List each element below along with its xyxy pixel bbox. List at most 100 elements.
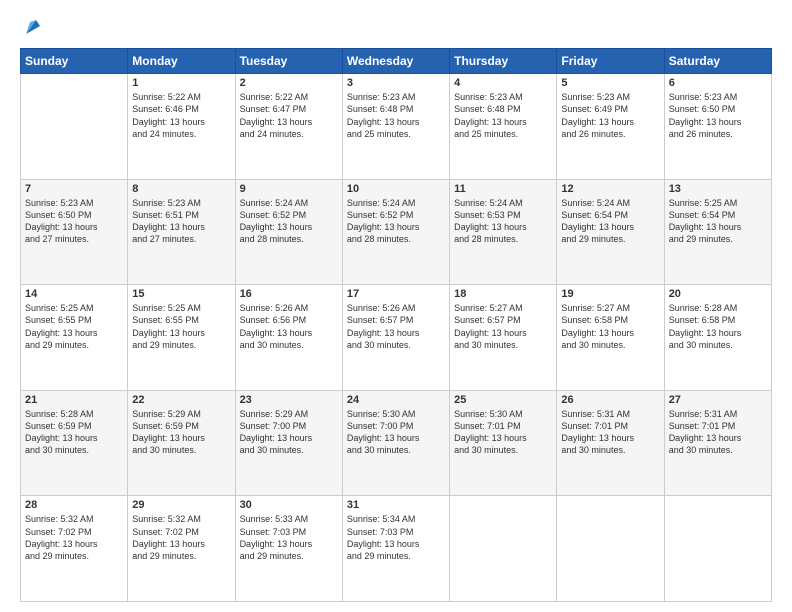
day-cell: 27 Sunrise: 5:31 AM Sunset: 7:01 PM Dayli… — [664, 390, 771, 496]
day-info: Sunrise: 5:29 AM Sunset: 7:00 PM Dayligh… — [240, 408, 338, 457]
day-info: Sunrise: 5:31 AM Sunset: 7:01 PM Dayligh… — [561, 408, 659, 457]
day-number: 6 — [669, 77, 767, 89]
day-cell — [664, 496, 771, 602]
day-number: 17 — [347, 288, 445, 300]
day-info: Sunrise: 5:27 AM Sunset: 6:58 PM Dayligh… — [561, 302, 659, 351]
day-cell: 25 Sunrise: 5:30 AM Sunset: 7:01 PM Dayli… — [450, 390, 557, 496]
day-info: Sunrise: 5:23 AM Sunset: 6:48 PM Dayligh… — [454, 91, 552, 140]
day-info: Sunrise: 5:25 AM Sunset: 6:54 PM Dayligh… — [669, 197, 767, 246]
day-cell — [557, 496, 664, 602]
week-row-1: 1 Sunrise: 5:22 AM Sunset: 6:46 PM Daylig… — [21, 74, 772, 180]
day-number: 26 — [561, 394, 659, 406]
day-number: 13 — [669, 183, 767, 195]
day-cell — [21, 74, 128, 180]
day-cell: 13 Sunrise: 5:25 AM Sunset: 6:54 PM Dayli… — [664, 179, 771, 285]
day-info: Sunrise: 5:30 AM Sunset: 7:01 PM Dayligh… — [454, 408, 552, 457]
day-cell: 18 Sunrise: 5:27 AM Sunset: 6:57 PM Dayli… — [450, 285, 557, 391]
weekday-thursday: Thursday — [450, 49, 557, 74]
day-number: 24 — [347, 394, 445, 406]
day-cell: 6 Sunrise: 5:23 AM Sunset: 6:50 PM Daylig… — [664, 74, 771, 180]
day-cell: 21 Sunrise: 5:28 AM Sunset: 6:59 PM Dayli… — [21, 390, 128, 496]
day-cell: 15 Sunrise: 5:25 AM Sunset: 6:55 PM Dayli… — [128, 285, 235, 391]
day-info: Sunrise: 5:28 AM Sunset: 6:58 PM Dayligh… — [669, 302, 767, 351]
day-number: 27 — [669, 394, 767, 406]
header — [20, 16, 772, 38]
day-number: 1 — [132, 77, 230, 89]
logo-icon — [22, 16, 44, 38]
day-number: 9 — [240, 183, 338, 195]
day-number: 30 — [240, 499, 338, 511]
day-cell: 10 Sunrise: 5:24 AM Sunset: 6:52 PM Dayli… — [342, 179, 449, 285]
day-cell: 1 Sunrise: 5:22 AM Sunset: 6:46 PM Daylig… — [128, 74, 235, 180]
logo — [20, 16, 42, 38]
day-number: 21 — [25, 394, 123, 406]
week-row-4: 21 Sunrise: 5:28 AM Sunset: 6:59 PM Dayli… — [21, 390, 772, 496]
day-cell: 17Sunrise: 5:26 AM Sunset: 6:57 PM Dayli… — [342, 285, 449, 391]
day-cell: 12 Sunrise: 5:24 AM Sunset: 6:54 PM Dayli… — [557, 179, 664, 285]
day-info: Sunrise: 5:23 AM Sunset: 6:50 PM Dayligh… — [669, 91, 767, 140]
day-cell: 11Sunrise: 5:24 AM Sunset: 6:53 PM Dayli… — [450, 179, 557, 285]
day-number: 29 — [132, 499, 230, 511]
day-cell: 4 Sunrise: 5:23 AM Sunset: 6:48 PM Daylig… — [450, 74, 557, 180]
weekday-header-row: SundayMondayTuesdayWednesdayThursdayFrid… — [21, 49, 772, 74]
day-cell: 9 Sunrise: 5:24 AM Sunset: 6:52 PM Daylig… — [235, 179, 342, 285]
day-info: Sunrise: 5:26 AM Sunset: 6:56 PM Dayligh… — [240, 302, 338, 351]
day-info: Sunrise: 5:23 AM Sunset: 6:50 PM Dayligh… — [25, 197, 123, 246]
day-cell: 22 Sunrise: 5:29 AM Sunset: 6:59 PM Dayli… — [128, 390, 235, 496]
day-info: Sunrise: 5:25 AM Sunset: 6:55 PM Dayligh… — [132, 302, 230, 351]
weekday-saturday: Saturday — [664, 49, 771, 74]
day-info: Sunrise: 5:29 AM Sunset: 6:59 PM Dayligh… — [132, 408, 230, 457]
day-info: Sunrise: 5:33 AM Sunset: 7:03 PM Dayligh… — [240, 513, 338, 562]
day-number: 10 — [347, 183, 445, 195]
day-info: Sunrise: 5:24 AM Sunset: 6:52 PM Dayligh… — [347, 197, 445, 246]
day-cell: 23 Sunrise: 5:29 AM Sunset: 7:00 PM Dayli… — [235, 390, 342, 496]
day-number: 8 — [132, 183, 230, 195]
day-number: 22 — [132, 394, 230, 406]
day-cell: 3 Sunrise: 5:23 AM Sunset: 6:48 PM Daylig… — [342, 74, 449, 180]
week-row-2: 7 Sunrise: 5:23 AM Sunset: 6:50 PM Daylig… — [21, 179, 772, 285]
day-number: 15 — [132, 288, 230, 300]
day-number: 2 — [240, 77, 338, 89]
day-number: 19 — [561, 288, 659, 300]
day-number: 18 — [454, 288, 552, 300]
weekday-friday: Friday — [557, 49, 664, 74]
day-number: 7 — [25, 183, 123, 195]
day-number: 4 — [454, 77, 552, 89]
day-number: 25 — [454, 394, 552, 406]
day-cell: 2 Sunrise: 5:22 AM Sunset: 6:47 PM Daylig… — [235, 74, 342, 180]
day-info: Sunrise: 5:23 AM Sunset: 6:51 PM Dayligh… — [132, 197, 230, 246]
weekday-wednesday: Wednesday — [342, 49, 449, 74]
day-info: Sunrise: 5:24 AM Sunset: 6:52 PM Dayligh… — [240, 197, 338, 246]
day-number: 28 — [25, 499, 123, 511]
day-info: Sunrise: 5:32 AM Sunset: 7:02 PM Dayligh… — [132, 513, 230, 562]
day-info: Sunrise: 5:22 AM Sunset: 6:47 PM Dayligh… — [240, 91, 338, 140]
day-cell: 24 Sunrise: 5:30 AM Sunset: 7:00 PM Dayli… — [342, 390, 449, 496]
day-cell: 16Sunrise: 5:26 AM Sunset: 6:56 PM Dayli… — [235, 285, 342, 391]
day-cell: 5Sunrise: 5:23 AM Sunset: 6:49 PM Daylig… — [557, 74, 664, 180]
day-number: 12 — [561, 183, 659, 195]
day-info: Sunrise: 5:30 AM Sunset: 7:00 PM Dayligh… — [347, 408, 445, 457]
day-info: Sunrise: 5:22 AM Sunset: 6:46 PM Dayligh… — [132, 91, 230, 140]
day-number: 14 — [25, 288, 123, 300]
day-number: 23 — [240, 394, 338, 406]
day-info: Sunrise: 5:23 AM Sunset: 6:49 PM Dayligh… — [561, 91, 659, 140]
day-number: 31 — [347, 499, 445, 511]
day-cell: 7 Sunrise: 5:23 AM Sunset: 6:50 PM Daylig… — [21, 179, 128, 285]
day-cell: 29 Sunrise: 5:32 AM Sunset: 7:02 PM Dayli… — [128, 496, 235, 602]
day-info: Sunrise: 5:28 AM Sunset: 6:59 PM Dayligh… — [25, 408, 123, 457]
day-info: Sunrise: 5:31 AM Sunset: 7:01 PM Dayligh… — [669, 408, 767, 457]
page: SundayMondayTuesdayWednesdayThursdayFrid… — [0, 0, 792, 612]
day-cell: 14 Sunrise: 5:25 AM Sunset: 6:55 PM Dayli… — [21, 285, 128, 391]
day-cell: 20 Sunrise: 5:28 AM Sunset: 6:58 PM Dayli… — [664, 285, 771, 391]
day-cell: 19 Sunrise: 5:27 AM Sunset: 6:58 PM Dayli… — [557, 285, 664, 391]
day-info: Sunrise: 5:23 AM Sunset: 6:48 PM Dayligh… — [347, 91, 445, 140]
calendar-table: SundayMondayTuesdayWednesdayThursdayFrid… — [20, 48, 772, 602]
day-number: 3 — [347, 77, 445, 89]
day-cell — [450, 496, 557, 602]
weekday-monday: Monday — [128, 49, 235, 74]
day-info: Sunrise: 5:24 AM Sunset: 6:54 PM Dayligh… — [561, 197, 659, 246]
day-info: Sunrise: 5:25 AM Sunset: 6:55 PM Dayligh… — [25, 302, 123, 351]
day-info: Sunrise: 5:27 AM Sunset: 6:57 PM Dayligh… — [454, 302, 552, 351]
week-row-5: 28 Sunrise: 5:32 AM Sunset: 7:02 PM Dayli… — [21, 496, 772, 602]
day-number: 20 — [669, 288, 767, 300]
